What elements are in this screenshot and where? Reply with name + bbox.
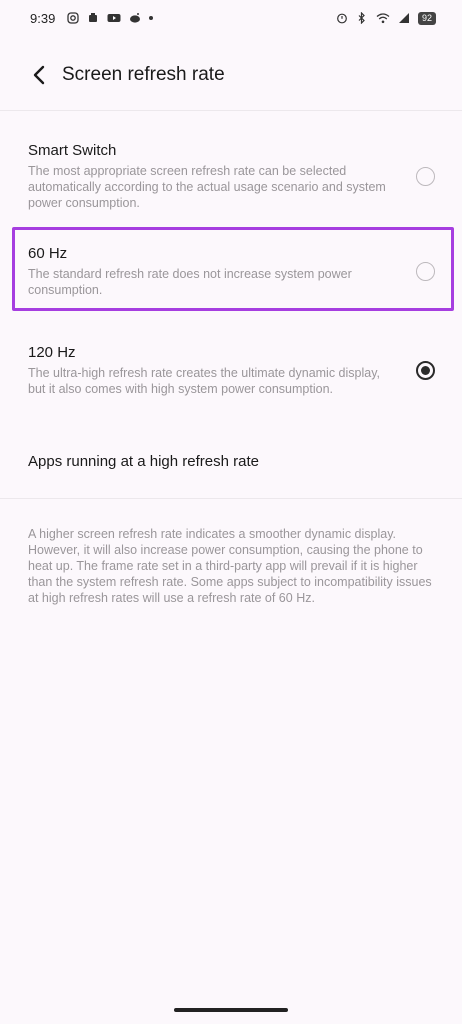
radio-120hz[interactable] bbox=[416, 360, 435, 380]
option-description: The ultra-high refresh rate creates the … bbox=[28, 365, 381, 396]
radio-smart-switch[interactable] bbox=[416, 166, 435, 186]
option-text: 120 Hz The ultra-high refresh rate creat… bbox=[28, 344, 388, 397]
option-description: The standard refresh rate does not incre… bbox=[28, 266, 352, 297]
status-time: 9:39 bbox=[30, 10, 56, 26]
wifi-icon bbox=[376, 13, 390, 24]
signal-icon bbox=[398, 13, 409, 23]
notification-icon bbox=[89, 13, 98, 22]
page-title: Screen refresh rate bbox=[62, 64, 225, 85]
instagram-icon bbox=[67, 12, 79, 24]
battery-icon: 92 bbox=[417, 11, 436, 25]
youtube-icon bbox=[107, 14, 121, 22]
bluetooth-icon bbox=[358, 12, 365, 24]
chevron-left-icon bbox=[33, 65, 45, 85]
header-divider bbox=[0, 110, 462, 111]
app-header: Screen refresh rate bbox=[0, 48, 462, 102]
status-bar: 9:39 92 bbox=[0, 0, 462, 36]
option-text: 60 Hz The standard refresh rate does not… bbox=[28, 245, 388, 298]
option-description: The most appropriate screen refresh rate… bbox=[28, 163, 386, 210]
section-divider bbox=[0, 498, 462, 499]
status-bar-left: 9:39 bbox=[30, 10, 154, 26]
option-120hz[interactable]: 120 Hz The ultra-high refresh rate creat… bbox=[12, 332, 454, 408]
apps-high-refresh-link[interactable]: Apps running at a high refresh rate bbox=[28, 446, 259, 476]
option-title: Smart Switch bbox=[28, 141, 117, 159]
back-button[interactable] bbox=[12, 48, 66, 102]
settings-screen: 9:39 92 Screen refresh rate Smart Switch… bbox=[0, 0, 462, 1024]
option-60hz[interactable]: 60 Hz The standard refresh rate does not… bbox=[12, 241, 454, 301]
radio-60hz[interactable] bbox=[416, 261, 435, 281]
footer-note: A higher screen refresh rate indicates a… bbox=[28, 527, 432, 605]
alarm-icon bbox=[337, 13, 347, 24]
home-indicator[interactable] bbox=[174, 1008, 288, 1012]
reddit-icon bbox=[130, 13, 141, 23]
option-title: 120 Hz bbox=[28, 343, 76, 361]
option-title: 60 Hz bbox=[28, 244, 68, 262]
status-bar-right: 92 bbox=[336, 11, 436, 25]
option-smart-switch[interactable]: Smart Switch The most appropriate screen… bbox=[12, 138, 454, 214]
more-dot-icon bbox=[149, 16, 154, 20]
option-text: Smart Switch The most appropriate screen… bbox=[28, 142, 388, 211]
